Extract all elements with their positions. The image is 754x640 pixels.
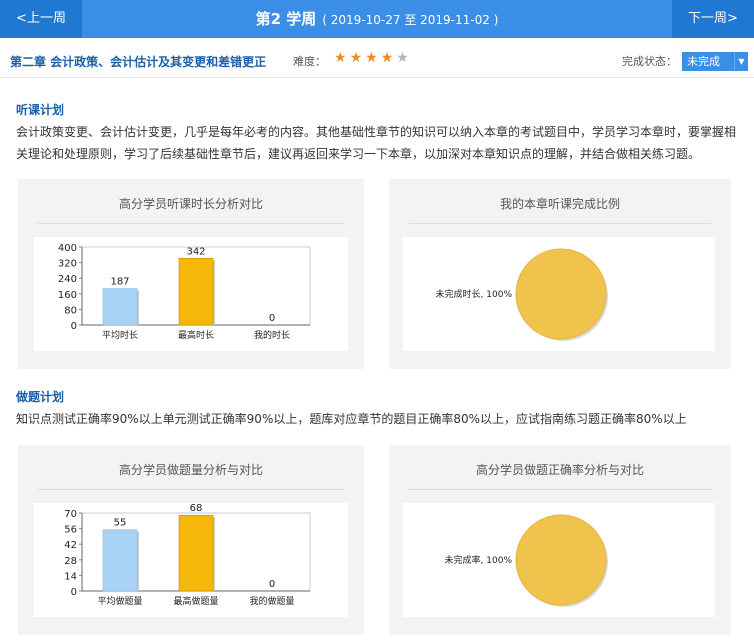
divider: [409, 223, 711, 224]
status-dropdown[interactable]: 未完成 ▼: [682, 52, 748, 71]
week-number: 第2 学周: [255, 10, 317, 28]
y-tick-label: 28: [64, 556, 77, 567]
y-tick-label: 42: [64, 540, 77, 551]
chapter-title: 第二章 会计政策、会计估计及其变更和差错更正: [10, 55, 267, 69]
divider: [38, 489, 344, 490]
pie-slice: [515, 514, 607, 606]
practice-pie-chart: 未完成率, 100%: [445, 514, 608, 607]
bar: [178, 258, 214, 326]
bar-value-label: 342: [186, 246, 205, 257]
week-title: 第2 学周 ( 2019-10-27 至 2019-11-02 ): [82, 0, 672, 38]
bar-value-label: 0: [269, 313, 275, 324]
panel-title: 我的本章听课完成比例: [499, 197, 620, 211]
week-range: ( 2019-10-27 至 2019-11-02 ): [322, 13, 499, 27]
x-tick-label: 平均做题量: [97, 595, 142, 607]
pie-label: 未完成率, 100%: [445, 554, 513, 566]
practice-ratio-panel: 高分学员做题正确率分析与对比 未完成率, 100%: [389, 445, 731, 635]
x-tick-label: 我的做题量: [249, 595, 294, 607]
y-tick-label: 0: [71, 321, 77, 332]
y-tick-label: 0: [71, 587, 77, 598]
week-header: <上一周 第2 学周 ( 2019-10-27 至 2019-11-02 ) 下一…: [0, 0, 754, 38]
status-label: 完成状态：: [622, 55, 677, 68]
pie-slice: [515, 248, 607, 340]
practice-plan-title: 做题计划: [16, 390, 65, 404]
difficulty-label: 难度：: [293, 55, 326, 68]
prev-week-button[interactable]: <上一周: [0, 0, 82, 38]
chart-box: 0 14 28 42 56 70 55 平均做题量 68 最高做题量 0 我的做题量: [34, 503, 348, 617]
panel-title: 高分学员做题正确率分析与对比: [475, 463, 644, 477]
star-filled-icon: ★: [365, 50, 381, 66]
x-tick-label: 平均时长: [102, 329, 138, 341]
bar-value-label: 55: [114, 518, 127, 529]
status-value: 未完成: [687, 55, 720, 68]
bar-value-label: 187: [110, 277, 129, 288]
star-filled-icon: ★: [380, 50, 397, 66]
star-filled-icon: ★: [349, 50, 366, 66]
bar: [102, 529, 138, 592]
y-tick-label: 14: [64, 571, 77, 582]
chart-box: 未完成时长, 100%: [403, 237, 715, 351]
bar: [178, 514, 214, 592]
chapter-row: 第二章 会计政策、会计估计及其变更和差错更正 难度： ★★★★★ 完成状态： 未…: [0, 40, 754, 78]
y-tick-label: 70: [64, 509, 77, 520]
chart-box: 0 80 160 240 320 400 187 平均时长 342 最高时长 0 我的时长: [34, 237, 348, 351]
practice-plan-text: 知识点测试正确率90%以上单元测试正确率90%以上，题库对应章节的题目正确率80…: [16, 412, 687, 426]
y-tick-label: 56: [64, 525, 77, 536]
bar: [102, 288, 138, 326]
panel-title: 高分学员听课时长分析对比: [118, 197, 263, 211]
divider: [409, 489, 711, 490]
y-tick-label: 160: [58, 290, 77, 301]
divider: [38, 223, 344, 224]
chevron-down-icon: ▼: [734, 52, 748, 71]
bar-value-label: 68: [190, 503, 203, 514]
practice-bar-chart: 0 14 28 42 56 70 55 平均做题量 68 最高做题量 0 我的做题量: [64, 503, 311, 607]
panel-title: 高分学员做题量分析与对比: [118, 463, 263, 477]
y-tick-label: 80: [64, 305, 77, 316]
x-tick-label: 最高做题量: [173, 595, 218, 607]
pie-label: 未完成时长, 100%: [436, 288, 513, 300]
listen-pie-chart: 未完成时长, 100%: [436, 248, 608, 341]
y-tick-label: 400: [58, 243, 77, 254]
y-tick-label: 320: [58, 259, 77, 270]
next-week-button[interactable]: 下一周>: [672, 0, 754, 38]
x-tick-label: 我的时长: [254, 329, 290, 341]
y-tick-label: 240: [58, 274, 77, 285]
listen-bar-chart: 0 80 160 240 320 400 187 平均时长 342 最高时长 0 我的时长: [58, 243, 311, 341]
chart-box: 未完成率, 100%: [403, 503, 715, 617]
listen-compare-panel: 高分学员听课时长分析对比 0 80 160 240 320 400 187 平均时长 342 最高…: [18, 179, 364, 369]
listen-plan-title: 听课计划: [16, 103, 65, 117]
x-tick-label: 最高时长: [178, 329, 214, 341]
listen-plan-text: 会计政策变更、会计估计变更，几乎是每年必考的内容。其他基础性章节的知识可以纳入本…: [16, 125, 737, 161]
star-filled-icon: ★: [334, 50, 350, 66]
star-empty-icon: ★: [396, 50, 412, 66]
listen-ratio-panel: 我的本章听课完成比例 未完成时长, 100%: [389, 179, 731, 369]
bar-value-label: 0: [269, 579, 275, 590]
difficulty-stars: ★★★★★: [334, 50, 412, 66]
practice-compare-panel: 高分学员做题量分析与对比 0 14 28 42 56 70 55 平均做题量 68 最高做题量 0 我…: [18, 445, 364, 635]
